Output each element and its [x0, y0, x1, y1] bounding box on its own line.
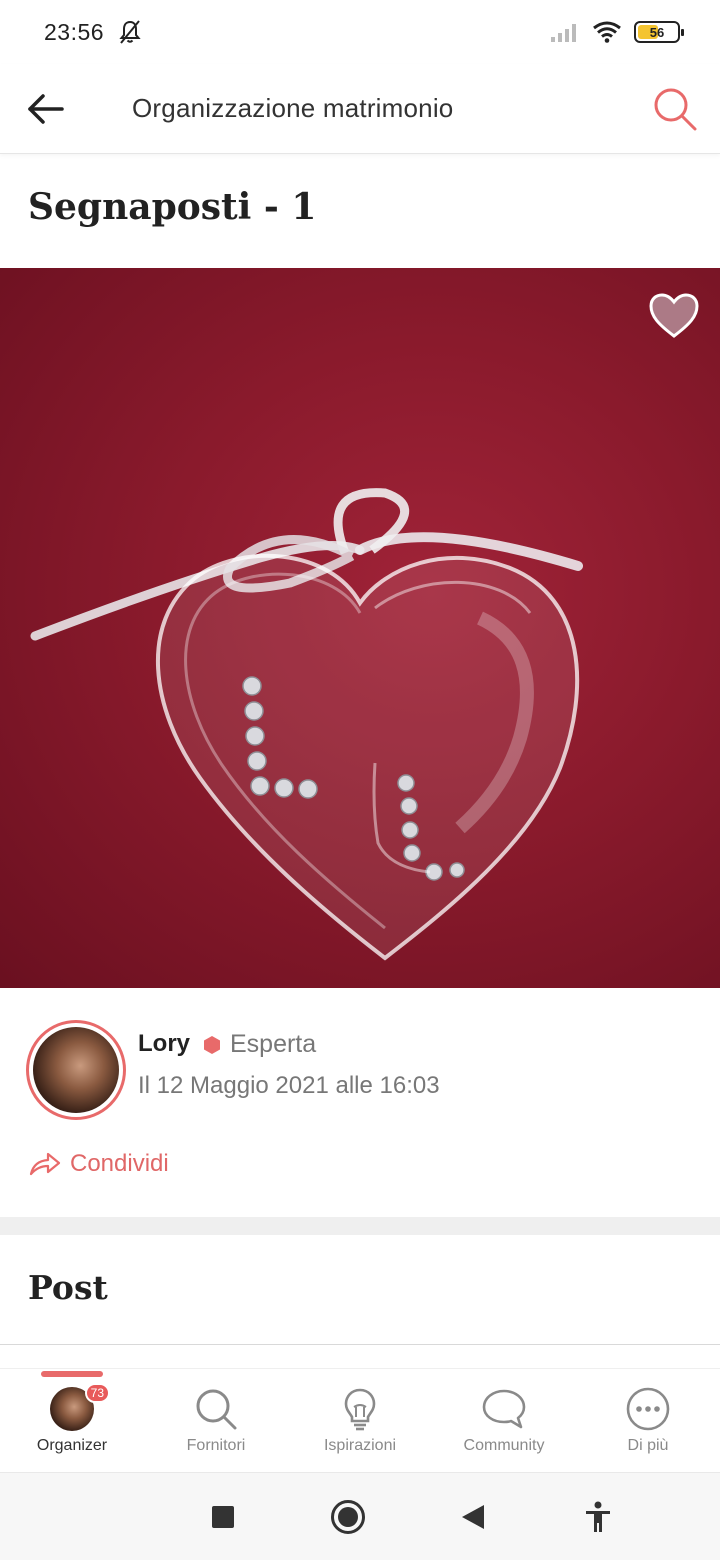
share-arrow-icon	[29, 1152, 61, 1176]
nav-label: Di più	[627, 1437, 669, 1454]
avatar[interactable]	[26, 1020, 126, 1120]
status-time: 23:56	[44, 18, 105, 45]
signal-icon	[551, 24, 576, 42]
bell-muted-icon	[119, 20, 141, 44]
author-name[interactable]: Lory	[138, 1030, 190, 1058]
avatar-image	[33, 1027, 119, 1113]
wifi-icon	[593, 21, 621, 43]
app-bar: Organizzazione matrimonio	[0, 64, 720, 154]
nav-label: Community	[463, 1437, 545, 1454]
search-icon	[654, 88, 697, 130]
accessibility-button[interactable]	[568, 1487, 628, 1547]
post-date: Il 12 Maggio 2021 alle 16:03	[138, 1072, 440, 1099]
nav-item-fornitori[interactable]: Fornitori	[144, 1369, 288, 1472]
back-button[interactable]	[0, 64, 92, 154]
author-block: Lory Esperta Il 12 Maggio 2021 alle 16:0…	[26, 1020, 696, 1120]
system-nav-bar	[0, 1472, 720, 1560]
nav-avatar: 73	[50, 1383, 110, 1431]
favorite-button[interactable]	[648, 292, 700, 340]
status-bar: 23:56 56	[0, 0, 720, 64]
status-icons: 56	[550, 21, 684, 43]
recents-button[interactable]	[193, 1487, 253, 1547]
heart-icon	[649, 293, 699, 338]
nav-item-ispirazioni[interactable]: Ispirazioni	[288, 1369, 432, 1472]
more-dots-icon	[626, 1387, 670, 1431]
post-heading: Post	[28, 1268, 108, 1307]
share-label: Condividi	[70, 1150, 169, 1177]
share-button[interactable]: Condividi	[28, 1150, 169, 1178]
app-title: Organizzazione matrimonio	[132, 93, 454, 123]
battery-icon: 56	[634, 21, 684, 43]
accessibility-icon	[585, 1501, 610, 1532]
rank-badge-icon	[204, 1036, 220, 1054]
section-divider	[0, 1217, 720, 1235]
nav-label: Fornitori	[186, 1437, 246, 1454]
square-icon	[211, 1505, 234, 1528]
battery-level: 56	[649, 24, 665, 40]
active-indicator	[41, 1371, 103, 1377]
bottom-nav: 73 Organizer Fornitori Ispirazioni Commu…	[0, 1368, 720, 1472]
nav-item-organizer[interactable]: 73 Organizer	[0, 1369, 144, 1472]
search-button[interactable]	[630, 64, 720, 154]
divider	[0, 1344, 720, 1345]
search-icon	[196, 1389, 237, 1430]
nav-item-di-piu[interactable]: Di più	[576, 1369, 720, 1472]
triangle-back-icon	[461, 1504, 484, 1529]
notification-badge: 73	[84, 1383, 110, 1403]
author-rank: Esperta	[230, 1030, 317, 1058]
lightbulb-icon	[344, 1388, 376, 1431]
nav-label: Ispirazioni	[323, 1437, 397, 1454]
home-button[interactable]	[318, 1487, 378, 1547]
circle-icon	[330, 1499, 365, 1534]
arrow-left-icon	[28, 93, 64, 124]
photo[interactable]	[0, 268, 720, 988]
back-system-button[interactable]	[443, 1487, 503, 1547]
nav-item-community[interactable]: Community	[432, 1369, 576, 1472]
chat-bubble-icon	[482, 1389, 526, 1429]
page-title: Segnaposti - 1	[28, 186, 317, 228]
nav-label: Organizer	[36, 1437, 108, 1454]
photo-heart-ornament	[30, 488, 583, 961]
